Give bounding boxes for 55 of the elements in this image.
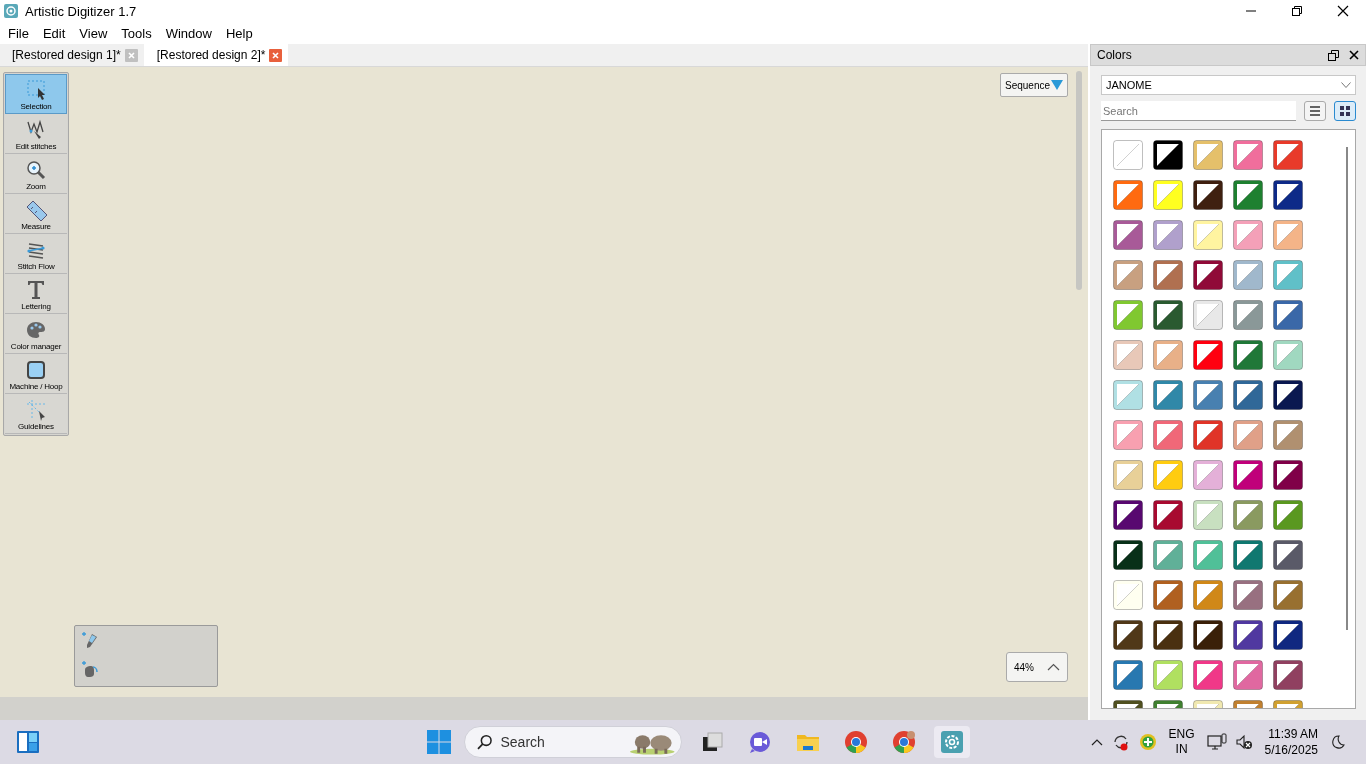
clock[interactable]: 11:39 AM 5/16/2025	[1264, 726, 1318, 758]
zoom-level-button[interactable]: 44%	[1006, 652, 1068, 682]
speaker-muted-icon[interactable]	[1234, 733, 1253, 751]
browser-icon[interactable]	[844, 730, 868, 754]
panel-header: Colors	[1090, 44, 1366, 66]
palette-tool-icon	[25, 319, 47, 341]
task-view-icon[interactable]	[700, 730, 724, 754]
guides-tool-icon	[25, 399, 47, 421]
add-circle-icon[interactable]	[1138, 733, 1157, 751]
undock-icon[interactable]	[1328, 49, 1339, 61]
measure-tool-icon	[25, 199, 47, 221]
maximize-icon[interactable]	[1291, 5, 1303, 17]
menu-item[interactable]: Tools	[114, 25, 159, 41]
lettering-tool-icon	[25, 279, 47, 301]
menu-item[interactable]: View	[72, 25, 115, 41]
list-view-button[interactable]	[1304, 101, 1327, 121]
window-title: Artistic Digitizer 1.7	[25, 3, 137, 19]
chevron-down-icon	[1341, 82, 1351, 88]
start-icon[interactable]	[426, 729, 452, 755]
input-language[interactable]: ENG IN	[1168, 727, 1195, 757]
grid-icon	[1338, 104, 1353, 118]
scrollbar[interactable]	[1346, 147, 1348, 630]
widgets-icon[interactable]	[16, 730, 40, 754]
add-hand-icon[interactable]	[81, 660, 99, 678]
palette-dropdown[interactable]: JANOME	[1101, 75, 1356, 95]
dropdown-triangle-icon	[1051, 80, 1063, 90]
list-icon	[1308, 104, 1323, 118]
menu-item[interactable]: File	[1, 25, 36, 41]
tool-button[interactable]: Selection	[5, 74, 67, 114]
search-field[interactable]: Search	[500, 731, 621, 753]
browser-profile-icon[interactable]	[892, 730, 916, 754]
zoom-tool-icon	[25, 159, 47, 181]
menu-item[interactable]: Edit	[35, 25, 73, 41]
close-icon[interactable]	[1337, 5, 1349, 17]
chevron-up-icon[interactable]	[1090, 738, 1103, 746]
gear-icon[interactable]	[940, 730, 964, 754]
sequence-button[interactable]: Sequence	[1000, 73, 1068, 97]
network-icon[interactable]	[1206, 733, 1227, 751]
moon-icon[interactable]	[1330, 734, 1346, 750]
search-bar[interactable]: Search	[464, 726, 682, 758]
chevron-up-icon	[1047, 663, 1060, 671]
menu-item[interactable]: Window	[158, 25, 219, 41]
scrollbar[interactable]	[1076, 71, 1082, 290]
search-icon	[477, 734, 493, 750]
hoop-tool-icon	[25, 359, 47, 381]
add-pencil-icon[interactable]	[81, 631, 99, 649]
document-tab[interactable]: [Restored design 2]*	[143, 44, 289, 66]
selection-tool-icon	[25, 79, 47, 101]
stitches-tool-icon	[25, 119, 47, 141]
close-icon[interactable]	[1349, 50, 1359, 60]
grid-view-button[interactable]	[1334, 101, 1356, 121]
app-logo-icon	[3, 3, 19, 19]
menu-item[interactable]: Help	[218, 25, 260, 41]
video-call-icon[interactable]	[748, 730, 772, 754]
search-field[interactable]: Search	[1101, 101, 1297, 121]
